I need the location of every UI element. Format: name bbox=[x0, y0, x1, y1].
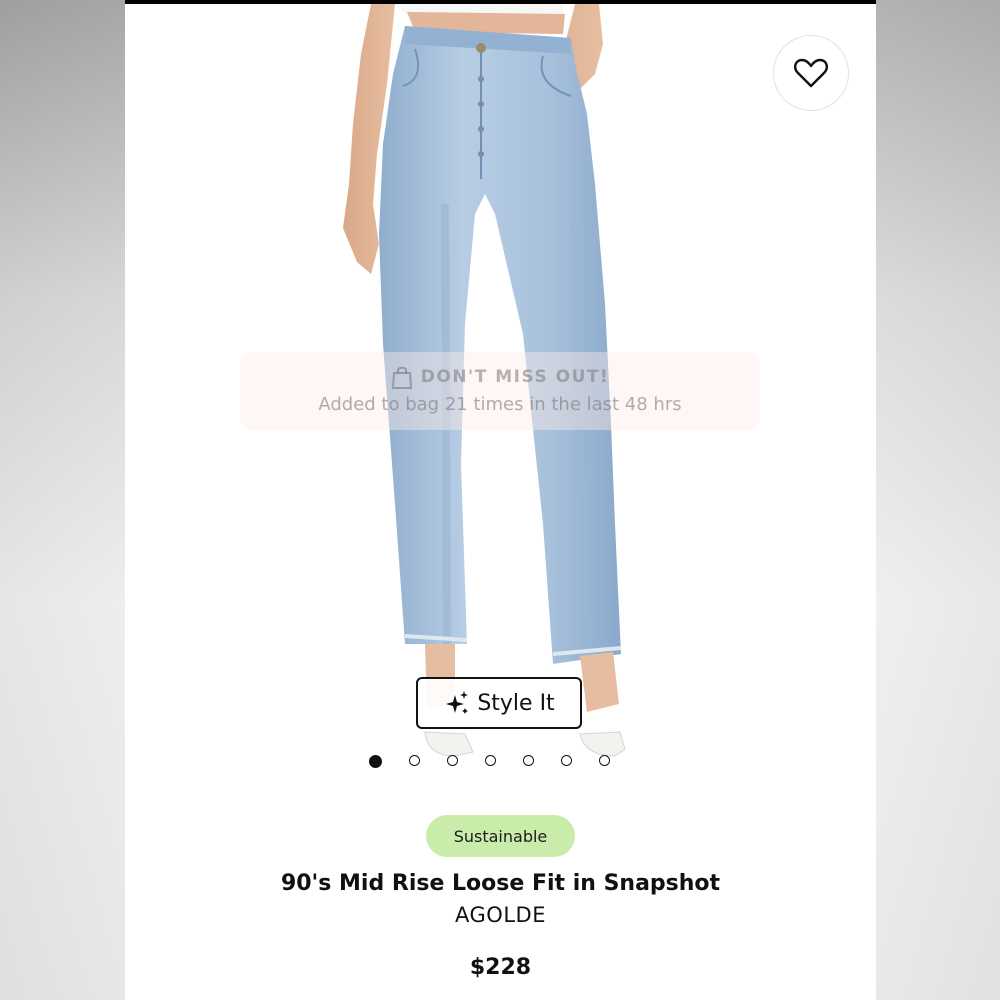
shopping-bag-icon bbox=[391, 366, 412, 389]
carousel-dot-6[interactable] bbox=[561, 755, 572, 766]
product-price: $228 bbox=[469, 955, 532, 980]
background-blur-right bbox=[875, 0, 1000, 1000]
carousel-dot-3[interactable] bbox=[447, 755, 458, 766]
product-title: 90's Mid Rise Loose Fit in Snapshot bbox=[280, 871, 721, 896]
favorite-button[interactable] bbox=[773, 35, 849, 111]
product-page: DON'T MISS OUT! Added to bag 21 times in… bbox=[125, 0, 876, 1000]
carousel-dot-1[interactable] bbox=[369, 755, 382, 768]
dont-miss-out-banner: DON'T MISS OUT! Added to bag 21 times in… bbox=[240, 352, 760, 430]
sparkles-icon bbox=[446, 691, 469, 714]
carousel-dot-5[interactable] bbox=[523, 755, 534, 766]
banner-subtitle: Added to bag 21 times in the last 48 hrs bbox=[318, 394, 682, 415]
carousel-dot-4[interactable] bbox=[485, 755, 496, 766]
carousel-dot-7[interactable] bbox=[599, 755, 610, 766]
carousel-dots bbox=[369, 755, 610, 771]
style-it-label: Style It bbox=[477, 690, 555, 716]
style-it-button[interactable]: Style It bbox=[416, 677, 582, 729]
product-image[interactable]: DON'T MISS OUT! Added to bag 21 times in… bbox=[125, 4, 876, 779]
carousel-dot-2[interactable] bbox=[409, 755, 420, 766]
banner-title: DON'T MISS OUT! bbox=[420, 367, 610, 387]
heart-outline-icon bbox=[794, 58, 828, 88]
background-blur-left bbox=[0, 0, 125, 1000]
banner-title-row: DON'T MISS OUT! bbox=[240, 365, 760, 389]
product-brand[interactable]: AGOLDE bbox=[125, 903, 876, 927]
sustainable-badge: Sustainable bbox=[426, 815, 575, 857]
